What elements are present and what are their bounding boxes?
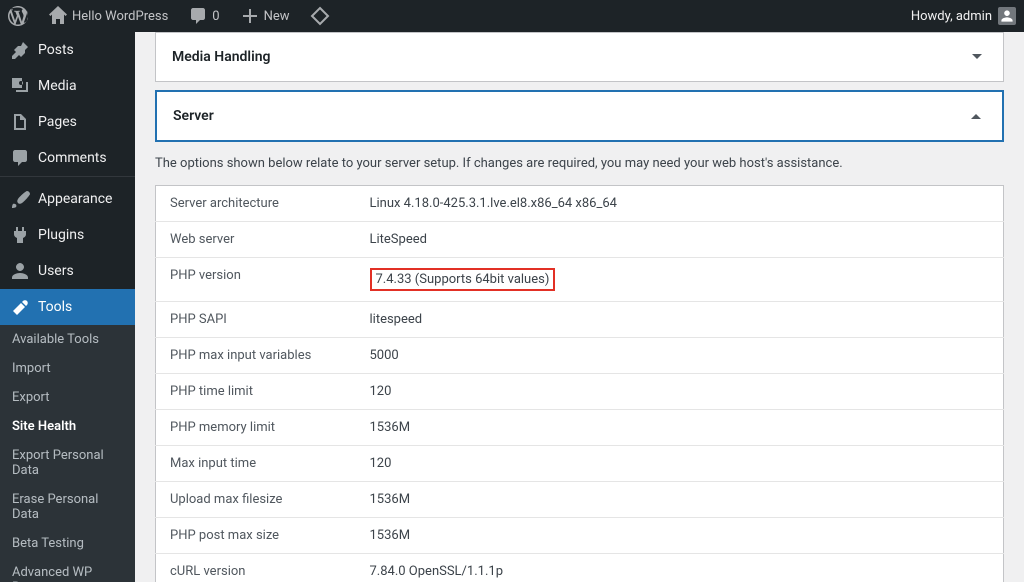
label: PHP SAPI (156, 302, 356, 338)
home-icon (48, 6, 68, 26)
row-uploadmax: Upload max filesize1536M (156, 482, 1004, 518)
sidebar-item-users[interactable]: Users (0, 253, 135, 289)
submenu-exportpd[interactable]: Export Personal Data (0, 441, 135, 485)
sidebar-item-plugins[interactable]: Plugins (0, 217, 135, 253)
panel-title: Media Handling (172, 49, 271, 65)
submenu-beta[interactable]: Beta Testing (0, 529, 135, 558)
comments-count: 0 (212, 9, 219, 24)
label: PHP post max size (156, 518, 356, 554)
row-postmax: PHP post max size1536M (156, 518, 1004, 554)
value: 1536M (356, 410, 1004, 446)
chevron-down-icon (967, 47, 987, 67)
label: Comments (38, 150, 107, 166)
avatar[interactable] (998, 7, 1016, 25)
submenu-export[interactable]: Export (0, 383, 135, 412)
row-maxinputtime: Max input time120 (156, 446, 1004, 482)
row-memlimit: PHP memory limit1536M (156, 410, 1004, 446)
row-webserver: Web serverLiteSpeed (156, 222, 1004, 258)
label: Max input time (156, 446, 356, 482)
submenu-available[interactable]: Available Tools (0, 325, 135, 354)
user-icon (10, 261, 30, 281)
pin-icon (10, 40, 30, 60)
plugin-icon (10, 225, 30, 245)
diamond-icon (310, 6, 330, 26)
value: 120 (356, 446, 1004, 482)
value: 1536M (356, 518, 1004, 554)
tools-submenu: Available Tools Import Export Site Healt… (0, 325, 135, 582)
toolbar-comments[interactable]: 0 (180, 0, 227, 32)
wp-logo[interactable] (0, 0, 36, 32)
brush-icon (10, 189, 30, 209)
label: Pages (38, 114, 77, 130)
row-architecture: Server architectureLinux 4.18.0-425.3.1.… (156, 186, 1004, 222)
label: PHP memory limit (156, 410, 356, 446)
panel-title: Server (173, 108, 214, 124)
toolbar-diamond[interactable] (302, 0, 338, 32)
value: LiteSpeed (356, 222, 1004, 258)
panel-server: Server (155, 90, 1004, 142)
submenu-sitehealth[interactable]: Site Health (0, 412, 135, 441)
server-intro: The options shown below relate to your s… (155, 142, 1004, 185)
label: Server architecture (156, 186, 356, 222)
server-info-table: Server architectureLinux 4.18.0-425.3.1.… (155, 185, 1004, 582)
chevron-up-icon (966, 106, 986, 126)
comment-icon (188, 6, 208, 26)
toolbar-site[interactable]: Hello WordPress (40, 0, 176, 32)
label: Plugins (38, 227, 84, 243)
row-timelimit: PHP time limit120 (156, 374, 1004, 410)
label: Tools (38, 299, 72, 315)
plus-icon (240, 6, 260, 26)
php-version-value: 7.4.33 (Supports 64bit values) (370, 268, 556, 291)
sidebar-item-comments[interactable]: Comments (0, 140, 135, 176)
sidebar-item-appearance[interactable]: Appearance (0, 181, 135, 217)
media-icon (10, 76, 30, 96)
wordpress-icon (8, 6, 28, 26)
label: PHP max input variables (156, 338, 356, 374)
submenu-advreset[interactable]: Advanced WP Reset (0, 558, 135, 582)
row-phpversion: PHP version 7.4.33 (Supports 64bit values… (156, 258, 1004, 302)
comment-icon (10, 148, 30, 168)
label: PHP version (156, 258, 356, 302)
row-curl: cURL version7.84.0 OpenSSL/1.1.1p (156, 554, 1004, 582)
wrench-icon (10, 297, 30, 317)
label: Posts (38, 42, 74, 58)
admin-toolbar: Hello WordPress 0 New Howdy, admin (0, 0, 1024, 32)
pages-icon (10, 112, 30, 132)
sidebar-item-posts[interactable]: Posts (0, 32, 135, 68)
label: Appearance (38, 191, 112, 207)
value: 5000 (356, 338, 1004, 374)
value: litespeed (356, 302, 1004, 338)
panel-media-handling: Media Handling (155, 32, 1004, 82)
sidebar-item-tools[interactable]: Tools (0, 289, 135, 325)
sidebar-item-media[interactable]: Media (0, 68, 135, 104)
row-sapi: PHP SAPIlitespeed (156, 302, 1004, 338)
label: cURL version (156, 554, 356, 582)
label: PHP time limit (156, 374, 356, 410)
submenu-erasepd[interactable]: Erase Personal Data (0, 485, 135, 529)
howdy-label[interactable]: Howdy, admin (911, 9, 992, 24)
panel-head-server[interactable]: Server (157, 92, 1002, 140)
main-content: Media Handling Server The options shown … (135, 32, 1024, 582)
new-label: New (264, 9, 290, 24)
user-icon (1000, 9, 1014, 23)
submenu-import[interactable]: Import (0, 354, 135, 383)
label: Users (38, 263, 74, 279)
sidebar-item-pages[interactable]: Pages (0, 104, 135, 140)
value: 7.84.0 OpenSSL/1.1.1p (356, 554, 1004, 582)
admin-sidebar: Posts Media Pages Comments Appearance Pl… (0, 32, 135, 582)
value: 120 (356, 374, 1004, 410)
label: Media (38, 78, 77, 94)
label: Upload max filesize (156, 482, 356, 518)
label: Web server (156, 222, 356, 258)
toolbar-new[interactable]: New (232, 0, 298, 32)
row-maxinputvars: PHP max input variables5000 (156, 338, 1004, 374)
panel-head-media[interactable]: Media Handling (156, 33, 1003, 81)
site-name: Hello WordPress (72, 9, 168, 24)
value: Linux 4.18.0-425.3.1.lve.el8.x86_64 x86_… (356, 186, 1004, 222)
value: 1536M (356, 482, 1004, 518)
